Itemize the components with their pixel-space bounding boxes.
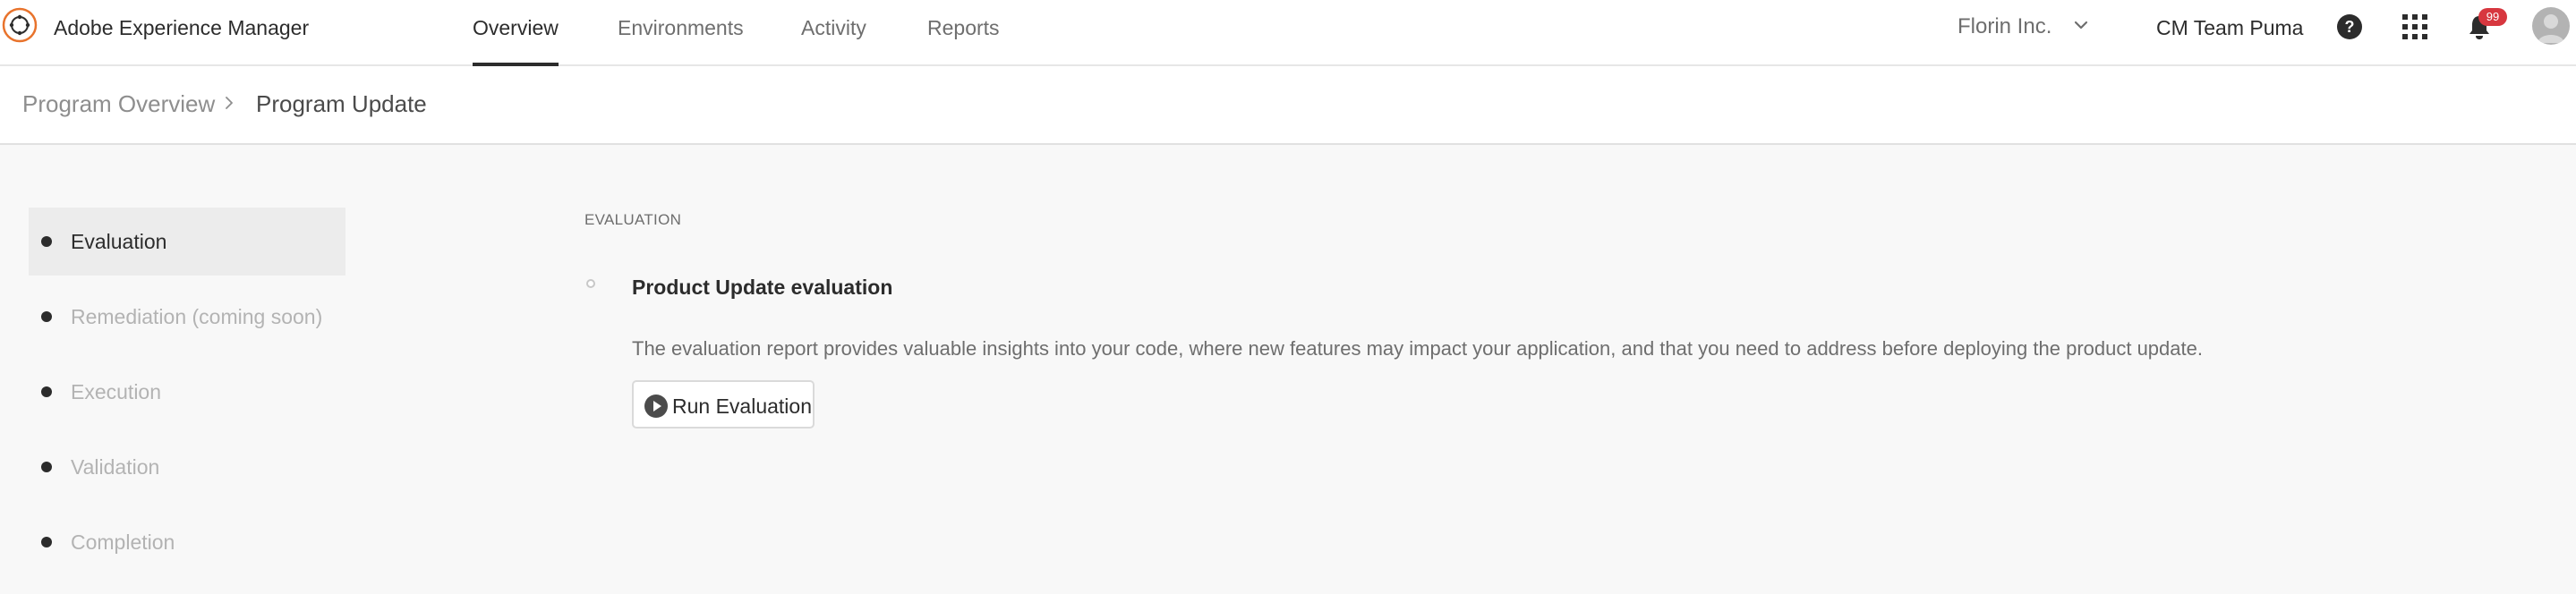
top-bar: Adobe Experience Manager Overview Enviro…: [0, 0, 2576, 66]
tab-reports[interactable]: Reports: [927, 14, 1000, 41]
help-icon[interactable]: ?: [2336, 13, 2363, 40]
step-bullet-icon: [41, 386, 52, 397]
section-title: EVALUATION: [584, 211, 682, 228]
org-switcher[interactable]: Florin Inc.: [1958, 13, 2051, 40]
tab-overview[interactable]: Overview: [473, 14, 559, 41]
step-label: Remediation (coming soon): [71, 305, 323, 328]
step-label: Validation: [71, 455, 160, 479]
avatar[interactable]: [2532, 7, 2570, 45]
step-remediation: Remediation (coming soon): [29, 283, 345, 351]
team-name[interactable]: CM Team Puma: [2156, 14, 2303, 41]
play-circle-icon: [644, 395, 668, 418]
step-label: Evaluation: [71, 230, 167, 253]
step-bullet-icon: [41, 311, 52, 322]
step-execution: Execution: [29, 358, 345, 426]
svg-text:?: ?: [2345, 18, 2355, 36]
user-avatar-icon: [2538, 14, 2564, 43]
app-title[interactable]: Adobe Experience Manager: [54, 14, 309, 41]
step-completion: Completion: [29, 508, 345, 576]
tab-activity[interactable]: Activity: [801, 14, 866, 41]
timeline-marker-icon: [586, 279, 595, 288]
chevron-right-icon: [226, 97, 233, 109]
step-label: Completion: [71, 530, 175, 554]
breadcrumb-program-update: Program Update: [256, 90, 427, 117]
breadcrumb: Program Overview Program Update: [0, 66, 2576, 145]
step-evaluation[interactable]: Evaluation: [29, 208, 345, 276]
step-bullet-icon: [41, 462, 52, 472]
evaluation-title: Product Update evaluation: [632, 276, 893, 299]
notification-badge: 99: [2478, 8, 2507, 26]
step-validation: Validation: [29, 433, 345, 501]
tab-environments[interactable]: Environments: [618, 14, 744, 41]
adobe-logo-icon[interactable]: [2, 7, 38, 43]
step-bullet-icon: [41, 236, 52, 247]
chevron-down-icon[interactable]: [2072, 16, 2090, 34]
apps-grid-icon[interactable]: [2401, 13, 2428, 40]
step-bullet-icon: [41, 537, 52, 547]
run-evaluation-button[interactable]: Run Evaluation: [632, 380, 815, 429]
evaluation-description: The evaluation report provides valuable …: [632, 337, 2203, 360]
step-label: Execution: [71, 380, 162, 403]
run-evaluation-label: Run Evaluation: [672, 395, 812, 418]
breadcrumb-program-overview[interactable]: Program Overview: [22, 89, 215, 119]
